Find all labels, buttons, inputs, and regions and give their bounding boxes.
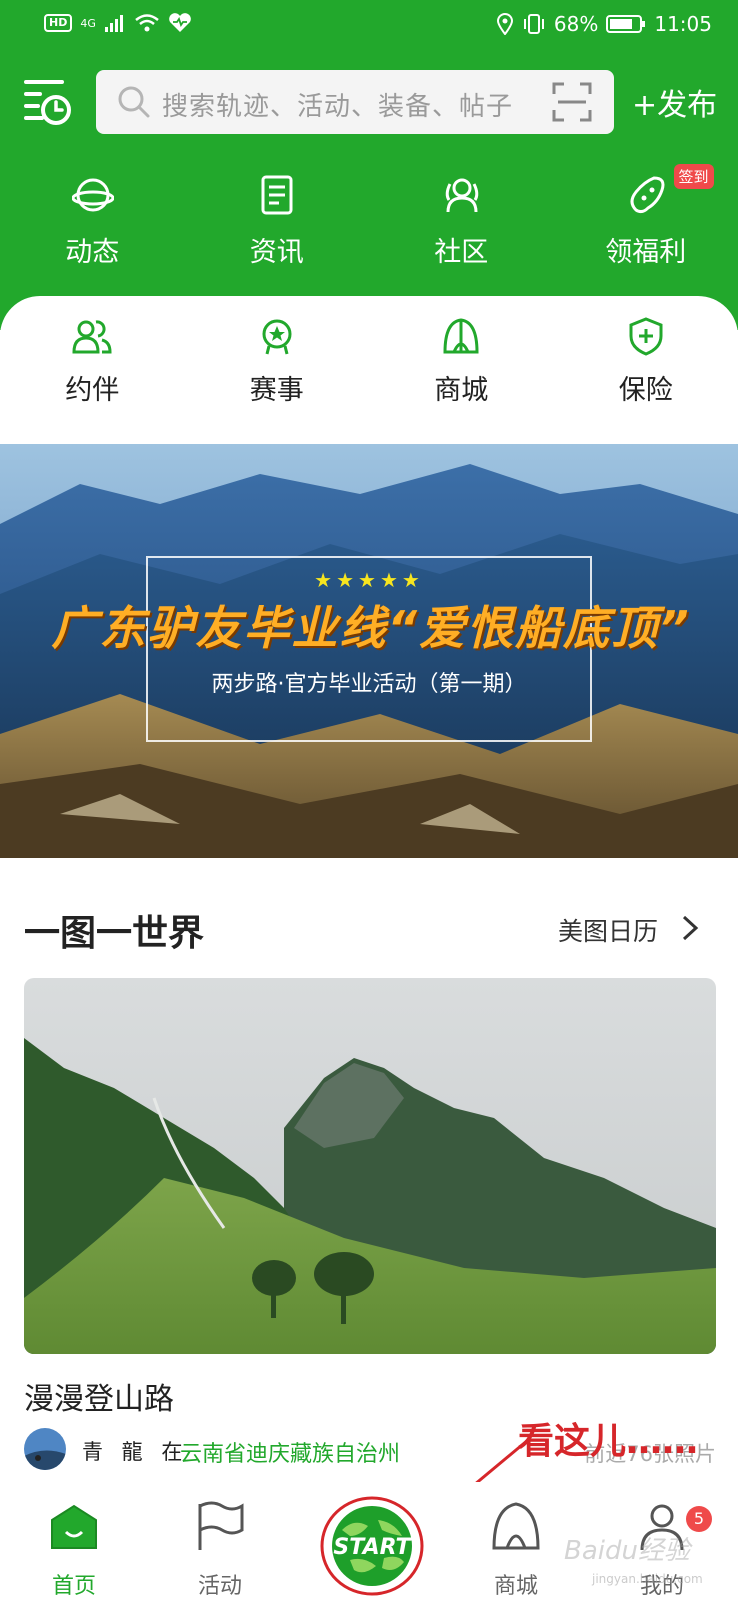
hd-badge: HD xyxy=(44,14,73,32)
watermark-url: jingyan.baidu.com xyxy=(592,1572,703,1586)
tab-label: 商城 xyxy=(493,1574,538,1599)
annotation-text: 看这儿…… xyxy=(518,1421,699,1462)
start-button[interactable]: START xyxy=(320,1496,424,1596)
tab-label: 活动 xyxy=(197,1574,242,1599)
photo-calendar-link[interactable]: 美图日历 xyxy=(558,912,658,948)
author-location[interactable]: 云南省迪庆藏族自治州 xyxy=(180,1436,400,1468)
nav-label: 社区 xyxy=(434,237,489,268)
nav-label: 领福利 xyxy=(605,237,687,268)
nav-find-partner[interactable]: 约伴 xyxy=(0,316,185,426)
partner-icon xyxy=(72,320,112,354)
tab-home[interactable]: 首页 xyxy=(14,1482,134,1600)
tent-icon xyxy=(443,318,479,354)
nav-dynamics[interactable]: 动态 xyxy=(0,168,185,278)
signal-icon xyxy=(104,15,123,32)
search-bar[interactable]: 搜索轨迹、活动、装备、帖子 xyxy=(96,70,614,134)
nav-label: 商城 xyxy=(434,375,489,406)
home-icon xyxy=(51,1504,97,1549)
tab-label: 首页 xyxy=(51,1574,96,1599)
banner-frame: ★★★★★ 广东驴友毕业线“爱恨船底顶” 两步路·官方毕业活动（第一期） xyxy=(51,556,689,742)
battery-percent: 68% xyxy=(553,12,599,36)
tab-mall[interactable]: 商城 xyxy=(456,1482,576,1600)
rating-stars: ★★★★★ xyxy=(314,568,424,592)
banner-title: 广东驴友毕业线“爱恨船底顶” xyxy=(51,601,691,655)
section-title: 一图一世界 xyxy=(24,913,205,954)
secondary-nav-card: 约伴 赛事 商城 保险 xyxy=(0,296,738,444)
start-label: START xyxy=(333,1535,412,1560)
shield-plus-icon xyxy=(629,317,662,356)
status-bar: HD 4G 68% 11:05 xyxy=(0,0,738,52)
notification-badge: 5 xyxy=(686,1506,712,1532)
primary-nav: 动态 资讯 社区 签到 领福利 xyxy=(0,164,738,278)
search-input-placeholder[interactable]: 搜索轨迹、活动、装备、帖子 xyxy=(162,86,513,123)
nav-label: 动态 xyxy=(65,237,120,268)
location-pin-icon xyxy=(496,13,513,35)
flag-icon xyxy=(198,1501,244,1550)
bean-icon xyxy=(630,176,664,214)
nav-community[interactable]: 社区 xyxy=(369,168,554,278)
chevron-right-icon[interactable] xyxy=(678,913,702,943)
medal-icon xyxy=(262,319,291,355)
history-menu-icon[interactable] xyxy=(24,76,74,126)
nav-news[interactable]: 资讯 xyxy=(185,168,370,278)
mountain-photo-image xyxy=(24,978,716,1354)
banner-subtitle: 两步路·官方毕业活动（第一期） xyxy=(211,672,527,697)
post-title[interactable]: 漫漫登山路 xyxy=(24,1374,174,1418)
nav-benefits[interactable]: 签到 领福利 xyxy=(554,164,738,278)
avatar[interactable] xyxy=(24,1428,66,1470)
watermark: Baidu经验 xyxy=(564,1536,690,1566)
wifi-icon xyxy=(135,14,159,32)
scan-icon[interactable] xyxy=(552,82,592,122)
avatar-image xyxy=(24,1428,66,1470)
header: HD 4G 68% 11:05 搜索轨迹、活动、装备、帖子 +发布 动态 资讯 … xyxy=(0,0,738,330)
planet-icon xyxy=(72,178,114,212)
network-label: 4G xyxy=(80,16,96,30)
publish-button[interactable]: +发布 xyxy=(632,80,717,124)
top-bar: 搜索轨迹、活动、装备、帖子 +发布 xyxy=(0,68,738,134)
search-icon xyxy=(118,86,150,118)
battery-icon xyxy=(606,15,646,33)
nav-mall[interactable]: 商城 xyxy=(369,316,554,426)
document-icon xyxy=(261,175,292,215)
nav-label: 资讯 xyxy=(249,237,304,268)
checkin-badge: 签到 xyxy=(673,164,714,189)
tent-icon xyxy=(492,1502,540,1550)
clock: 11:05 xyxy=(654,12,712,36)
health-heart-icon xyxy=(169,13,191,33)
tab-activities[interactable]: 活动 xyxy=(160,1482,280,1600)
secondary-nav: 约伴 赛事 商城 保险 xyxy=(0,316,738,426)
nav-label: 保险 xyxy=(618,375,673,406)
promo-banner[interactable]: ★★★★★ 广东驴友毕业线“爱恨船底顶” 两步路·官方毕业活动（第一期） xyxy=(0,444,738,858)
people-icon xyxy=(445,178,479,213)
author-name[interactable]: 青 龍 在 xyxy=(82,1436,188,1466)
nav-insurance[interactable]: 保险 xyxy=(554,316,738,426)
nav-label: 赛事 xyxy=(249,375,304,406)
featured-photo[interactable] xyxy=(24,978,716,1354)
nav-label: 约伴 xyxy=(65,375,120,406)
vibrate-icon xyxy=(523,14,544,34)
nav-events[interactable]: 赛事 xyxy=(185,316,370,426)
